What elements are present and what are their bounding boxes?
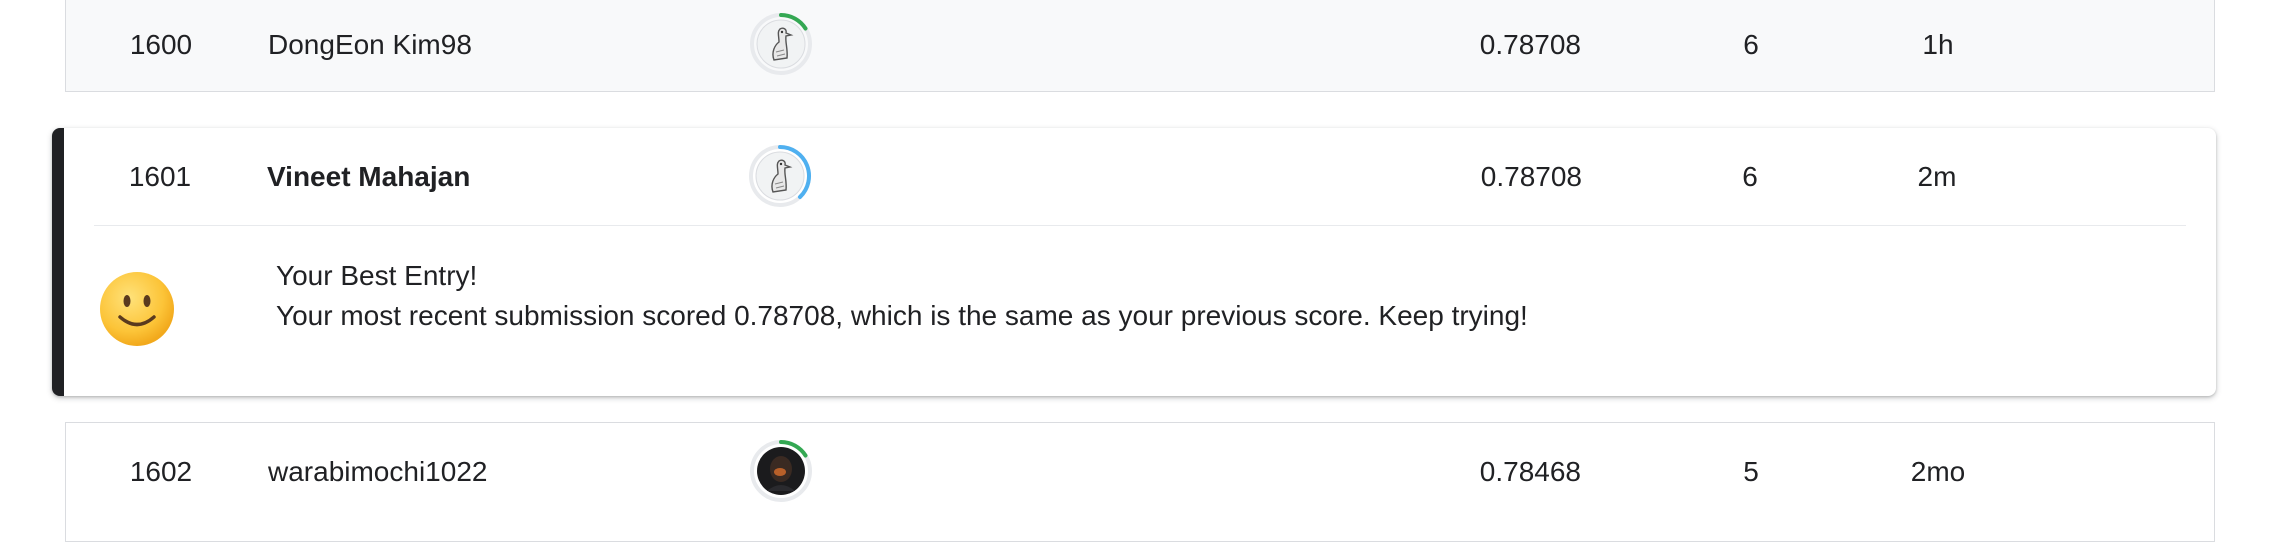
score-cell: 0.78708 xyxy=(1479,29,1581,60)
leaderboard-row[interactable]: 1602 warabimochi1022 0.78468 5 2mo xyxy=(65,422,2215,542)
entries-cell: 6 xyxy=(1742,161,1758,192)
team-name[interactable]: DongEon Kim98 xyxy=(268,0,472,93)
last-submission-cell: 1h xyxy=(1922,29,1954,60)
rank-cell: 1601 xyxy=(128,161,192,192)
divider xyxy=(94,225,2186,226)
score-cell: 0.78708 xyxy=(1480,161,1582,192)
best-entry-text: Your most recent submission scored 0.787… xyxy=(276,300,1528,331)
team-name[interactable]: Vineet Mahajan xyxy=(267,128,470,225)
avatar[interactable] xyxy=(749,12,813,76)
avatar[interactable] xyxy=(748,144,812,208)
slightly-smiling-face-icon xyxy=(98,270,176,348)
best-entry-message: Your Best Entry! Your most recent submis… xyxy=(276,256,1528,336)
entries-cell: 5 xyxy=(1743,456,1759,487)
leaderboard-row-current-user[interactable]: 1601 Vineet Mahajan 0.78708 6 2m xyxy=(65,128,2215,225)
leaderboard-row[interactable]: 1600 DongEon Kim98 0.78708 6 1h xyxy=(65,0,2215,92)
goose-avatar-icon xyxy=(750,13,812,75)
rank-cell: 1600 xyxy=(129,29,193,60)
current-user-card: 1601 Vineet Mahajan 0.78708 6 2m Your Be… xyxy=(52,128,2216,396)
best-entry-title: Your Best Entry! xyxy=(276,260,478,291)
score-cell: 0.78468 xyxy=(1479,456,1581,487)
last-submission-cell: 2m xyxy=(1917,161,1957,192)
avatar[interactable] xyxy=(749,439,813,503)
goose-avatar-icon xyxy=(749,145,811,207)
user-photo-icon xyxy=(750,440,812,502)
team-name[interactable]: warabimochi1022 xyxy=(268,423,487,520)
last-submission-cell: 2mo xyxy=(1910,456,1966,487)
entries-cell: 6 xyxy=(1743,29,1759,60)
rank-cell: 1602 xyxy=(129,456,193,487)
